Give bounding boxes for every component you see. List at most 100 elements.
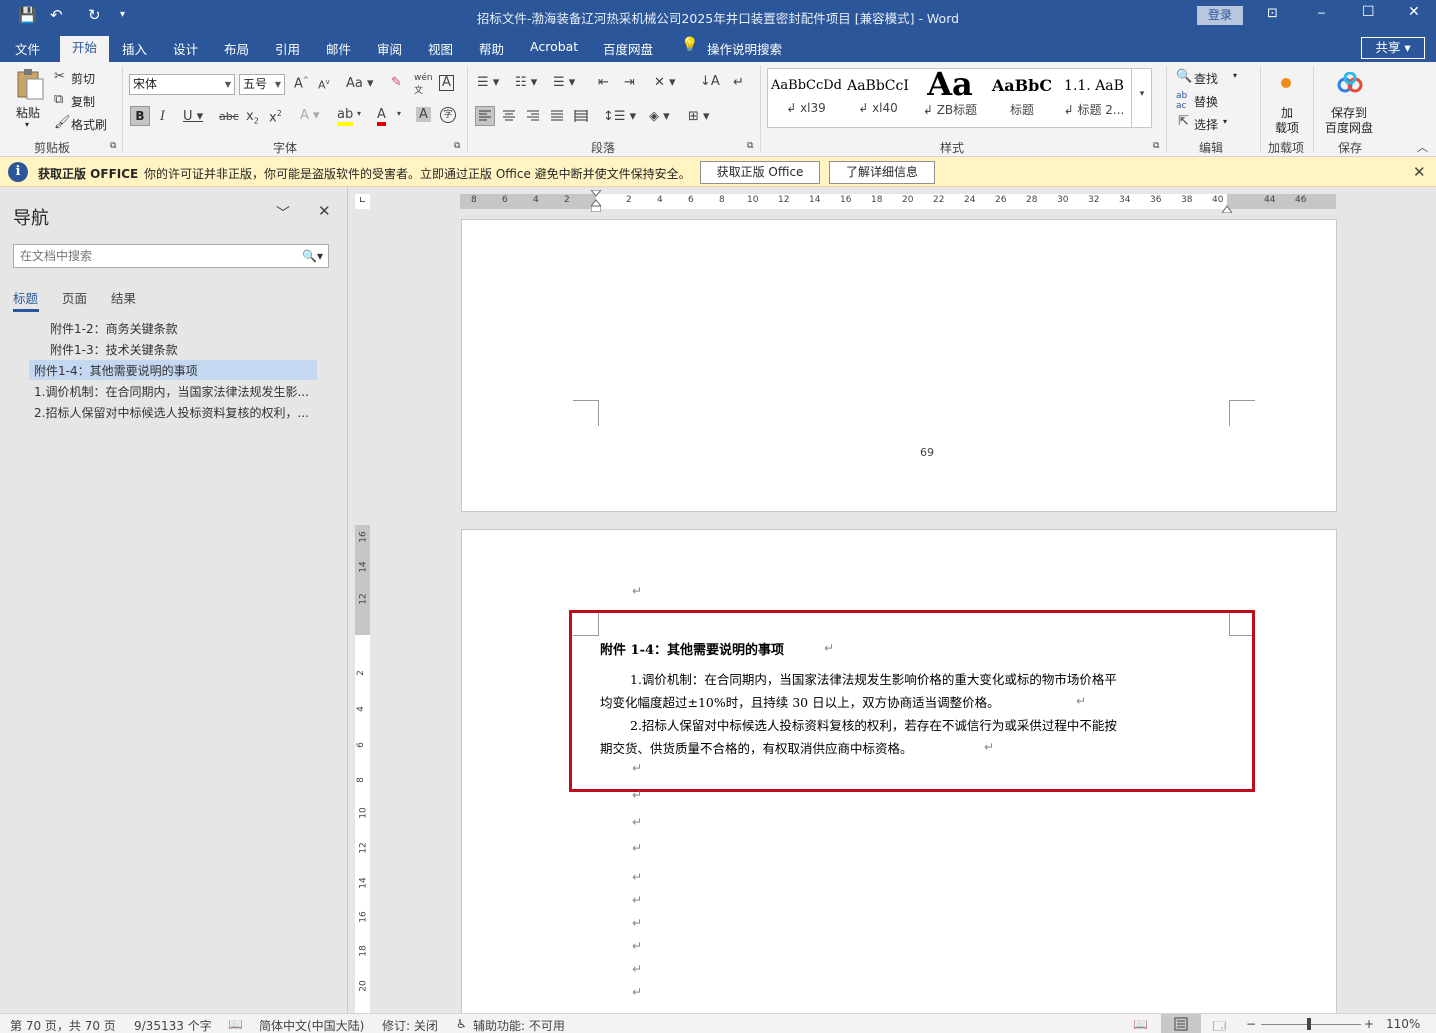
- bullets-icon[interactable]: ☰ ▾: [477, 75, 499, 90]
- learn-more-button[interactable]: 了解详细信息: [829, 161, 935, 184]
- ribbon-display-icon[interactable]: ⊡: [1267, 6, 1278, 21]
- language[interactable]: 简体中文(中国大陆): [259, 1017, 364, 1033]
- body-text[interactable]: 2.招标人保留对中标候选人投标资料复核的权利，若存在不诚信行为或采供过程中不能按: [630, 715, 1117, 734]
- distributed-icon[interactable]: [572, 107, 590, 128]
- maximize-icon[interactable]: ☐: [1362, 4, 1375, 20]
- line-spacing-icon[interactable]: ↕☰ ▾: [603, 109, 636, 124]
- change-case-icon[interactable]: Aa ▾: [346, 76, 374, 91]
- right-indent-marker[interactable]: [1221, 202, 1233, 214]
- collapse-ribbon-icon[interactable]: ︿: [1417, 139, 1428, 155]
- tab-file[interactable]: 文件: [15, 39, 40, 58]
- align-left-button[interactable]: [475, 106, 495, 126]
- highlight-icon[interactable]: ab: [337, 107, 354, 126]
- cut-button[interactable]: 剪切: [71, 70, 95, 87]
- chevron-down-icon[interactable]: ﹀: [276, 203, 290, 223]
- tab-acrobat[interactable]: Acrobat: [530, 39, 578, 54]
- styles-launcher-icon[interactable]: ⧉: [1153, 141, 1159, 151]
- numbering-icon[interactable]: ☷ ▾: [515, 75, 537, 90]
- document-page[interactable]: 69: [461, 219, 1337, 512]
- get-genuine-button[interactable]: 获取正版 Office: [700, 161, 820, 184]
- tab-design[interactable]: 设计: [173, 39, 198, 58]
- align-center-icon[interactable]: [500, 107, 518, 128]
- clipboard-launcher-icon[interactable]: ⧉: [110, 141, 116, 151]
- shrink-font-icon[interactable]: Av: [318, 78, 330, 92]
- save-cloud-line2[interactable]: 百度网盘: [1325, 119, 1373, 136]
- body-text[interactable]: 期交货、供货质量不合格的，有权取消供应商中标资格。: [600, 738, 913, 757]
- nav-heading-item[interactable]: 附件1-3：技术关键条款: [50, 341, 330, 358]
- italic-button[interactable]: I: [160, 109, 165, 124]
- nav-heading-item[interactable]: 2.招标人保留对中标候选人投标资料复核的权利，...: [34, 404, 314, 421]
- close-icon[interactable]: ✕: [318, 202, 331, 220]
- tab-home[interactable]: 开始: [60, 36, 109, 62]
- zoom-level[interactable]: 110%: [1386, 1017, 1420, 1031]
- zoom-out-button[interactable]: −: [1246, 1017, 1256, 1031]
- share-button[interactable]: 共享 ▾: [1361, 37, 1425, 59]
- nav-search-input[interactable]: 在文档中搜索 🔍▾: [13, 244, 329, 268]
- nav-tab-results[interactable]: 结果: [111, 288, 136, 307]
- accessibility-status[interactable]: 辅助功能: 不可用: [473, 1017, 565, 1033]
- underline-button[interactable]: U ▾: [183, 109, 203, 124]
- search-icon[interactable]: 🔍▾: [302, 245, 323, 267]
- body-text[interactable]: 均变化幅度超过±10%时，且持续 30 日以上，双方协商适当调整价格。: [600, 692, 1000, 711]
- style-zb-heading[interactable]: Aa ↲ ZB标题: [915, 71, 985, 123]
- tell-me-search[interactable]: 操作说明搜索: [707, 39, 782, 58]
- document-area[interactable]: ∟ 8 6 4 2 2 4 6 8 10 12 14 16 18 20 22 2…: [349, 187, 1436, 1013]
- tab-help[interactable]: 帮助: [479, 39, 504, 58]
- decrease-indent-icon[interactable]: ⇤: [598, 75, 609, 90]
- tab-insert[interactable]: 插入: [122, 39, 147, 58]
- nav-heading-item[interactable]: 1.调价机制：在合同期内，当国家法律法规发生影...: [34, 383, 314, 400]
- font-color-icon[interactable]: A: [377, 107, 386, 126]
- tab-review[interactable]: 审阅: [377, 39, 402, 58]
- select-dropdown-icon[interactable]: ▾: [1223, 117, 1227, 126]
- page-count[interactable]: 第 70 页，共 70 页: [10, 1017, 116, 1033]
- minimize-icon[interactable]: ─: [1318, 7, 1325, 20]
- select-button[interactable]: 选择: [1194, 116, 1218, 133]
- enclose-char-icon[interactable]: 字: [440, 107, 456, 123]
- align-right-icon[interactable]: [524, 107, 542, 128]
- indent-marker[interactable]: [589, 189, 603, 213]
- zoom-slider[interactable]: [1261, 1024, 1361, 1025]
- sort-icon[interactable]: ↓A: [700, 74, 720, 89]
- zoom-in-button[interactable]: +: [1364, 1017, 1374, 1031]
- horizontal-ruler[interactable]: 8 6 4 2 2 4 6 8 10 12 14 16 18 20 22 24 …: [460, 189, 1336, 214]
- char-shading-icon[interactable]: A: [416, 107, 431, 122]
- paste-button[interactable]: 粘贴: [16, 104, 40, 121]
- web-layout-icon[interactable]: 🗔: [1213, 1017, 1226, 1033]
- justify-icon[interactable]: [548, 107, 566, 128]
- nav-heading-item[interactable]: 附件1-2：商务关键条款: [50, 320, 330, 337]
- paragraph-launcher-icon[interactable]: ⧉: [747, 141, 753, 151]
- paste-icon[interactable]: [14, 69, 44, 101]
- body-text[interactable]: 1.调价机制：在合同期内，当国家法律法规发生影响价格的重大变化或标的物市场价格平: [630, 669, 1117, 688]
- tab-mailings[interactable]: 邮件: [326, 39, 351, 58]
- style-heading-2[interactable]: 1.1. AaB ↲ 标题 2...: [1059, 71, 1129, 123]
- strikethrough-button[interactable]: abc: [219, 110, 239, 123]
- superscript-button[interactable]: x2: [269, 109, 282, 125]
- find-button[interactable]: 查找: [1194, 70, 1218, 87]
- login-button[interactable]: 登录: [1197, 6, 1243, 25]
- font-size-combo[interactable]: 五号 ▼: [239, 74, 285, 95]
- nav-heading-item[interactable]: 附件1-4：其他需要说明的事项: [34, 362, 314, 379]
- track-changes[interactable]: 修订: 关闭: [382, 1017, 438, 1033]
- borders-icon[interactable]: ⊞ ▾: [688, 109, 710, 124]
- phonetic-guide-icon[interactable]: wén 文: [414, 73, 433, 96]
- copy-button[interactable]: 复制: [71, 93, 95, 110]
- style-heading[interactable]: AaBbC 标题: [987, 71, 1057, 123]
- print-layout-icon[interactable]: [1161, 1014, 1201, 1033]
- shading-icon[interactable]: ◈ ▾: [649, 109, 670, 124]
- close-icon[interactable]: ✕: [1413, 163, 1426, 181]
- tab-selector-icon[interactable]: ∟: [355, 194, 370, 209]
- proofing-icon[interactable]: 📖: [228, 1017, 243, 1031]
- replace-button[interactable]: 替换: [1194, 93, 1218, 110]
- font-color-dropdown-icon[interactable]: ▾: [397, 109, 401, 118]
- bold-button[interactable]: B: [130, 106, 150, 126]
- document-page[interactable]: ↵ 附件 1-4：其他需要说明的事项 ↵ 1.调价机制：在合同期内，当国家法律法…: [461, 529, 1337, 1013]
- styles-more-icon[interactable]: ▾: [1131, 69, 1152, 127]
- show-marks-icon[interactable]: ↵: [733, 75, 744, 90]
- subscript-button[interactable]: x2: [246, 109, 259, 126]
- zoom-slider-thumb[interactable]: [1307, 1018, 1311, 1030]
- asian-layout-icon[interactable]: ✕ ▾: [654, 75, 676, 90]
- close-icon[interactable]: ✕: [1408, 4, 1420, 20]
- format-painter-button[interactable]: 格式刷: [71, 116, 107, 133]
- char-border-icon[interactable]: A: [439, 75, 454, 91]
- tab-references[interactable]: 引用: [275, 39, 300, 58]
